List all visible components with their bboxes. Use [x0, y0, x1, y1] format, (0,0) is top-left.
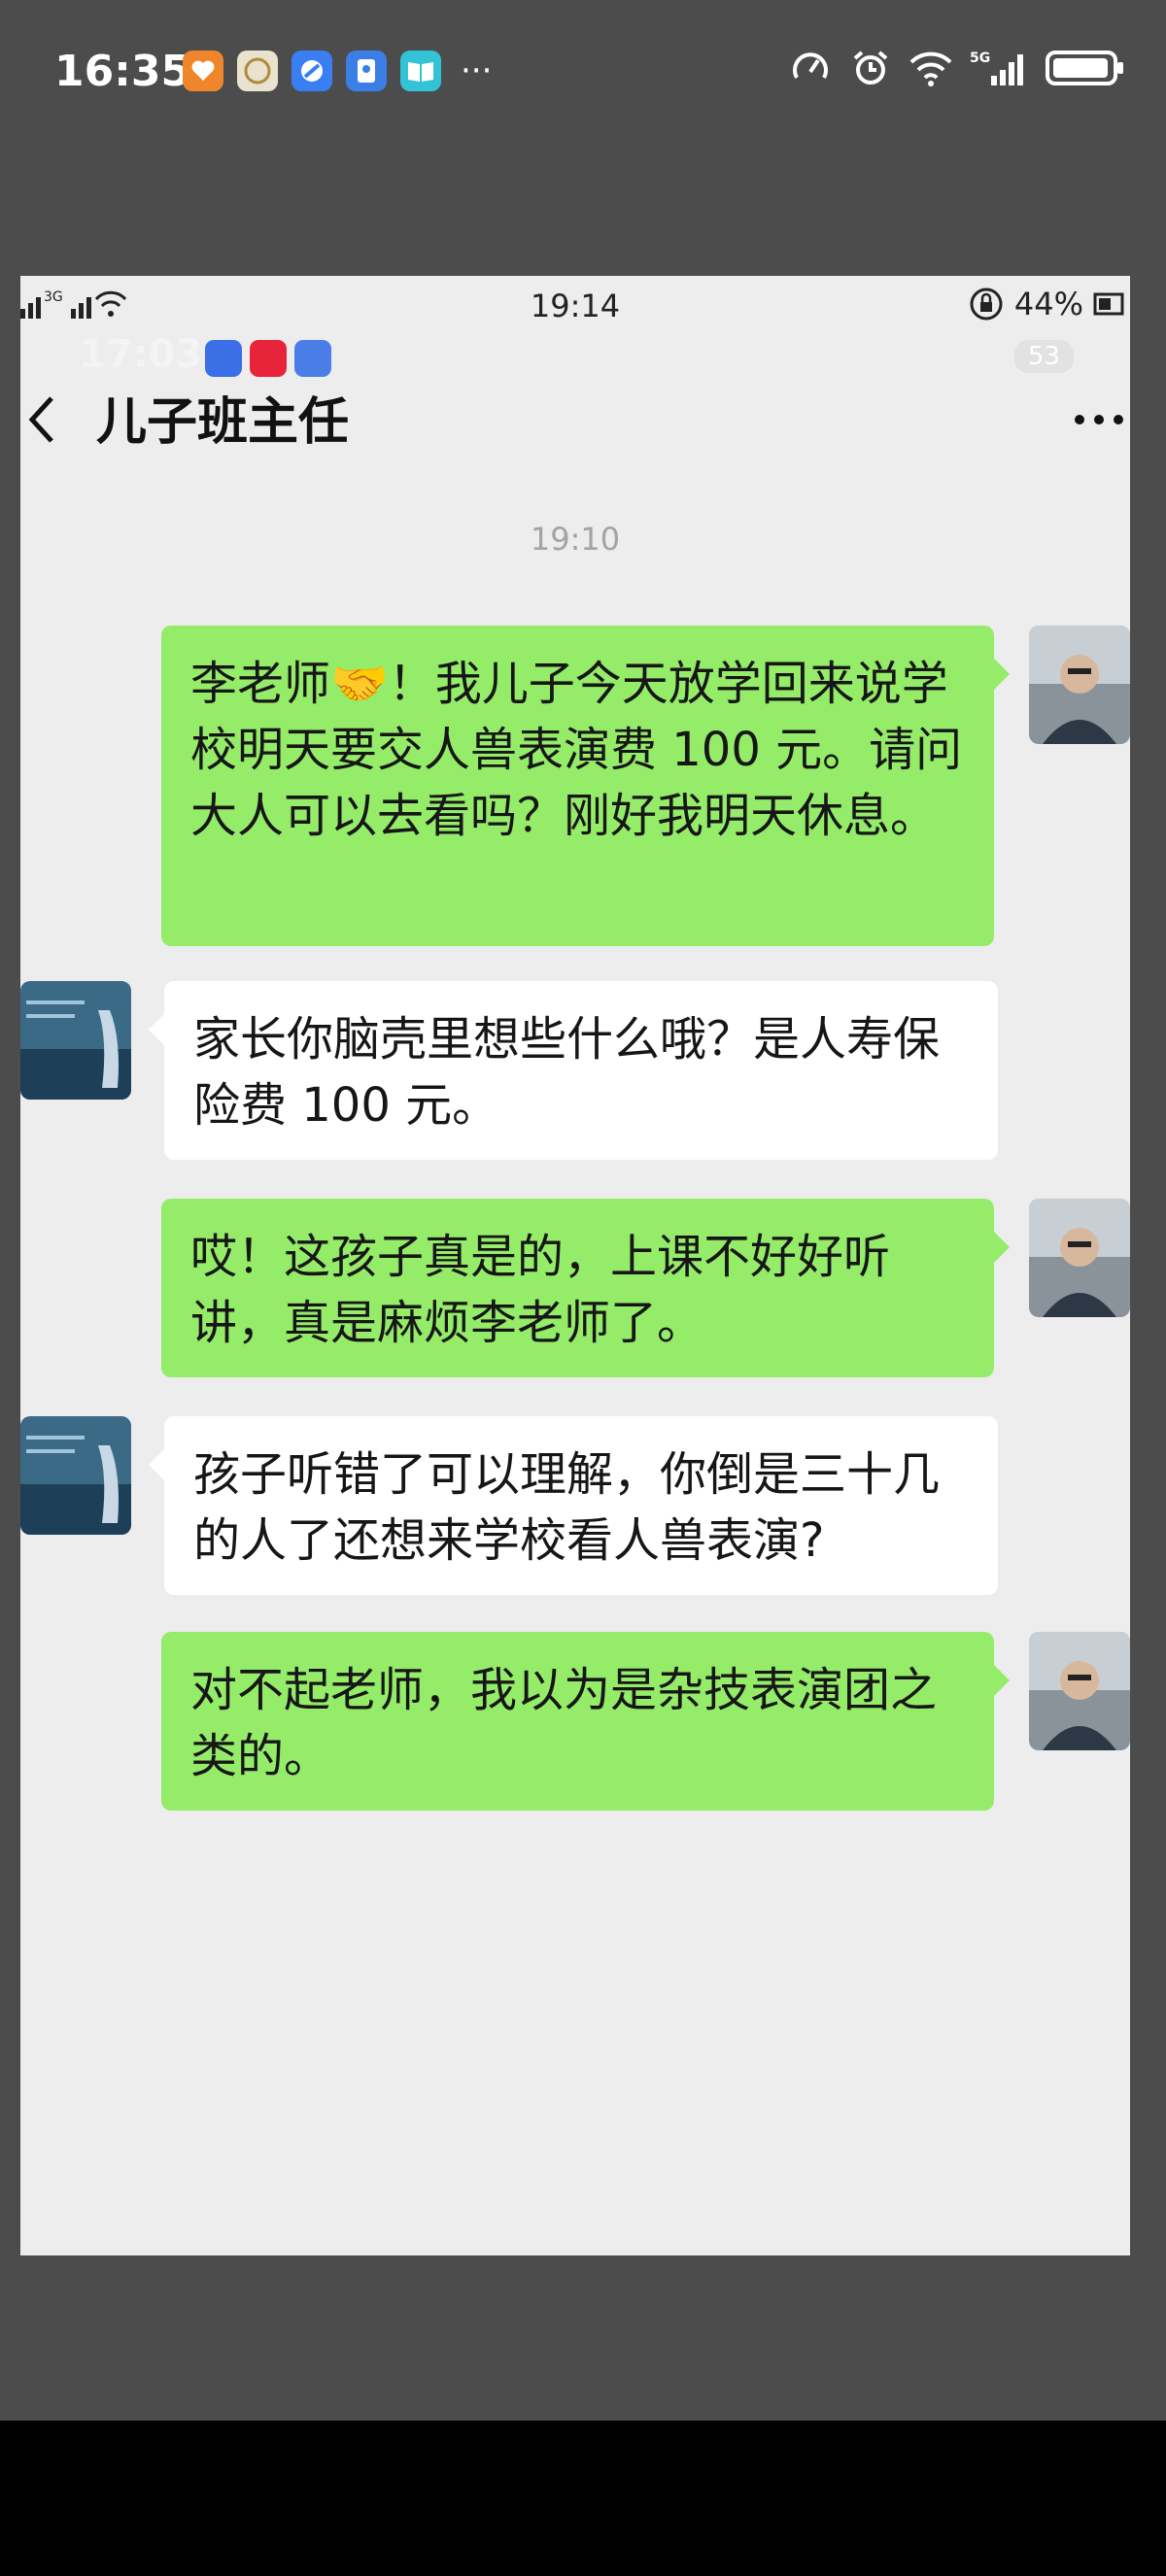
browser-app-icon [292, 51, 332, 91]
cellular-signal-icon: 5G [970, 47, 1028, 89]
notebook-app-icon [346, 51, 387, 91]
inner-battery-percent: 44% [1013, 286, 1083, 322]
bottom-bar [0, 2421, 1166, 2576]
received-message-bubble[interactable]: 孩子听错了可以理解，你倒是三十几的人了还想来学校看人兽表演? [149, 1416, 998, 1595]
chat-title: 儿子班主任 [96, 393, 350, 452]
inner-app-icon [250, 340, 287, 377]
inner-app-icon [294, 340, 331, 377]
teacher-avatar[interactable] [20, 981, 131, 1100]
received-message-bubble[interactable]: 家长你脑壳里想些什么哦？是人寿保险费 100 元。 [149, 981, 998, 1160]
more-options-button[interactable] [1072, 390, 1126, 440]
sent-message-bubble[interactable]: 哎！这孩子真是的，上课不好好听讲，真是麻烦李老师了。 [161, 1199, 1010, 1377]
network-type-label: 5G [970, 51, 990, 66]
more-notifications-icon: ··· [461, 51, 493, 90]
sent-message-bubble[interactable]: 李老师🤝！我儿子今天放学回来说学校明天要交人兽表演费 100 元。请问大人可以去… [161, 626, 1010, 946]
outer-status-bar: 16:35 ··· 5G [0, 0, 1166, 146]
unread-badge: 53 [1013, 340, 1074, 373]
back-button[interactable] [22, 385, 61, 453]
yoyo-app-icon [237, 51, 278, 91]
back-arrow-icon [28, 396, 53, 443]
outer-status-icons: 5G [789, 47, 1123, 89]
book-app-icon [400, 51, 441, 91]
notification-app-icons: ··· [183, 51, 492, 91]
inner-app-icons [205, 340, 331, 377]
outer-clock: 16:35 [54, 47, 191, 96]
teacher-avatar[interactable] [20, 1416, 131, 1535]
chat-screenshot: 3G 19:14 44% 17:03 53 儿子班主任 19:10 李老师🤝！我… [20, 276, 1130, 2255]
inner-battery-group: 44% [968, 286, 1126, 322]
battery-icon [1046, 51, 1123, 85]
rotation-lock-icon [970, 288, 1003, 321]
ghost-clock: 17:03 [79, 332, 203, 377]
user-avatar[interactable] [1029, 626, 1130, 744]
inner-battery-icon [1093, 292, 1124, 316]
message-timestamp: 19:10 [530, 521, 621, 558]
inner-clock: 19:14 [530, 288, 621, 324]
speedometer-icon [789, 47, 832, 89]
inner-app-icon [205, 340, 242, 377]
more-dots-icon [1075, 415, 1123, 424]
user-avatar[interactable] [1029, 1199, 1130, 1317]
alarm-icon [849, 47, 892, 89]
sent-message-bubble[interactable]: 对不起老师，我以为是杂技表演团之类的。 [161, 1632, 1010, 1811]
user-avatar[interactable] [1029, 1632, 1130, 1750]
wifi-icon [909, 47, 952, 89]
heart-app-icon [183, 51, 223, 91]
inner-status-bar: 3G 19:14 44% [20, 276, 1130, 336]
